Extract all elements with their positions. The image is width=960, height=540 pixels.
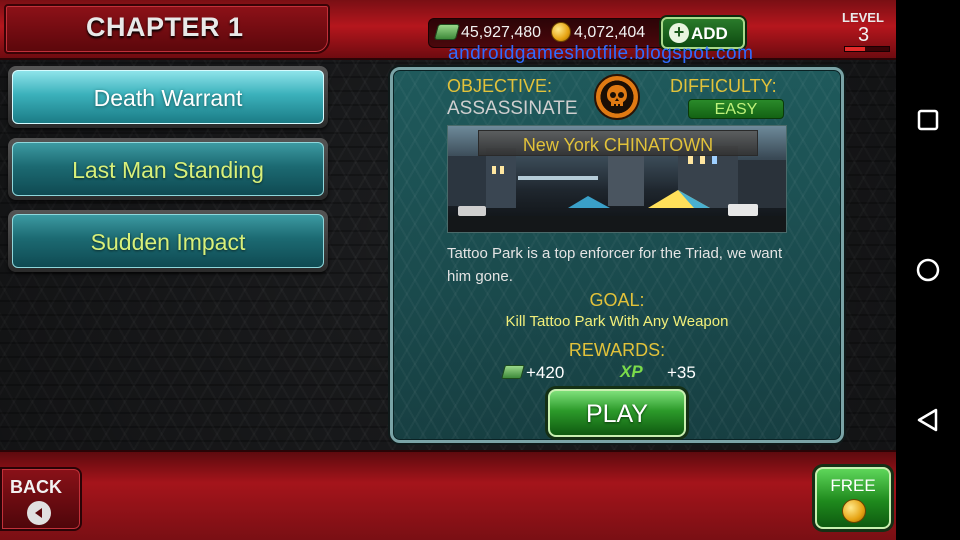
triangle-back-icon bbox=[917, 408, 938, 432]
skull-icon bbox=[594, 74, 640, 120]
cash-value: 45,927,480 bbox=[461, 24, 542, 41]
cash-icon bbox=[433, 24, 461, 40]
difficulty-value: EASY bbox=[714, 101, 758, 118]
gold-coin-icon bbox=[842, 499, 866, 523]
objective-label: OBJECTIVE: bbox=[447, 76, 553, 96]
back-arrow-glyph bbox=[35, 508, 42, 518]
level-progress-fill bbox=[845, 47, 865, 51]
goal-label: GOAL: bbox=[589, 290, 645, 310]
watermark-text: androidgameshotfile.blogspot.com bbox=[448, 43, 754, 64]
recents-button[interactable] bbox=[912, 104, 944, 136]
chapter-title: CHAPTER 1 bbox=[86, 12, 244, 42]
back-button[interactable]: BACK bbox=[0, 467, 82, 531]
add-label: ADD bbox=[691, 24, 728, 43]
mission-button-face: Last Man Standing bbox=[12, 142, 324, 196]
xp-icon: XP bbox=[620, 362, 643, 381]
level-label: LEVEL bbox=[842, 10, 884, 25]
square-icon bbox=[917, 109, 939, 131]
back-arrow-icon bbox=[27, 501, 51, 525]
back-label: BACK bbox=[10, 477, 62, 497]
plus-icon: + bbox=[669, 23, 689, 43]
game-screen: CHAPTER 1 45,927,480 4,072,404 + ADD and… bbox=[0, 0, 896, 540]
level-progress-bar bbox=[844, 46, 890, 52]
play-button[interactable]: PLAY bbox=[548, 389, 686, 437]
home-button[interactable] bbox=[912, 254, 944, 286]
gold-value: 4,072,404 bbox=[574, 24, 646, 41]
free-label: FREE bbox=[830, 476, 876, 495]
free-gold-button[interactable]: FREE bbox=[815, 467, 891, 529]
mission-button-last-man-standing[interactable]: Last Man Standing bbox=[8, 138, 328, 200]
goal-text: Kill Tattoo Park With Any Weapon bbox=[505, 313, 729, 330]
circle-icon bbox=[916, 258, 940, 282]
difficulty-badge: EASY bbox=[688, 99, 784, 119]
location-name: New York CHINATOWN bbox=[522, 135, 714, 155]
mission-description: Tattoo Park is a top enforcer for the Tr… bbox=[447, 245, 783, 285]
system-back-button[interactable] bbox=[912, 404, 944, 436]
gold-coin-icon bbox=[551, 22, 571, 42]
mission-label: Sudden Impact bbox=[90, 229, 246, 255]
mission-button-face: Sudden Impact bbox=[12, 214, 324, 268]
mission-label: Last Man Standing bbox=[72, 157, 264, 183]
bottom-bar bbox=[0, 450, 896, 540]
objective-value: ASSASSINATE bbox=[447, 98, 578, 119]
mission-button-death-warrant[interactable]: Death Warrant bbox=[8, 66, 328, 128]
location-banner: New York CHINATOWN bbox=[478, 130, 758, 156]
skull-glyph bbox=[607, 85, 627, 106]
play-label: PLAY bbox=[585, 400, 649, 428]
cash-icon bbox=[501, 365, 525, 379]
mission-button-sudden-impact[interactable]: Sudden Impact bbox=[8, 210, 328, 272]
difficulty-label: DIFFICULTY: bbox=[670, 76, 777, 96]
reward-cash-value: +420 bbox=[526, 363, 565, 382]
reward-xp-value: +35 bbox=[667, 363, 696, 382]
mission-button-face: Death Warrant bbox=[12, 70, 324, 124]
mission-label: Death Warrant bbox=[93, 85, 243, 111]
location-image: New York CHINATOWN bbox=[447, 125, 787, 233]
rewards-label: REWARDS: bbox=[568, 340, 666, 360]
level-value: 3 bbox=[858, 24, 870, 46]
android-navigation-bar bbox=[896, 0, 960, 540]
